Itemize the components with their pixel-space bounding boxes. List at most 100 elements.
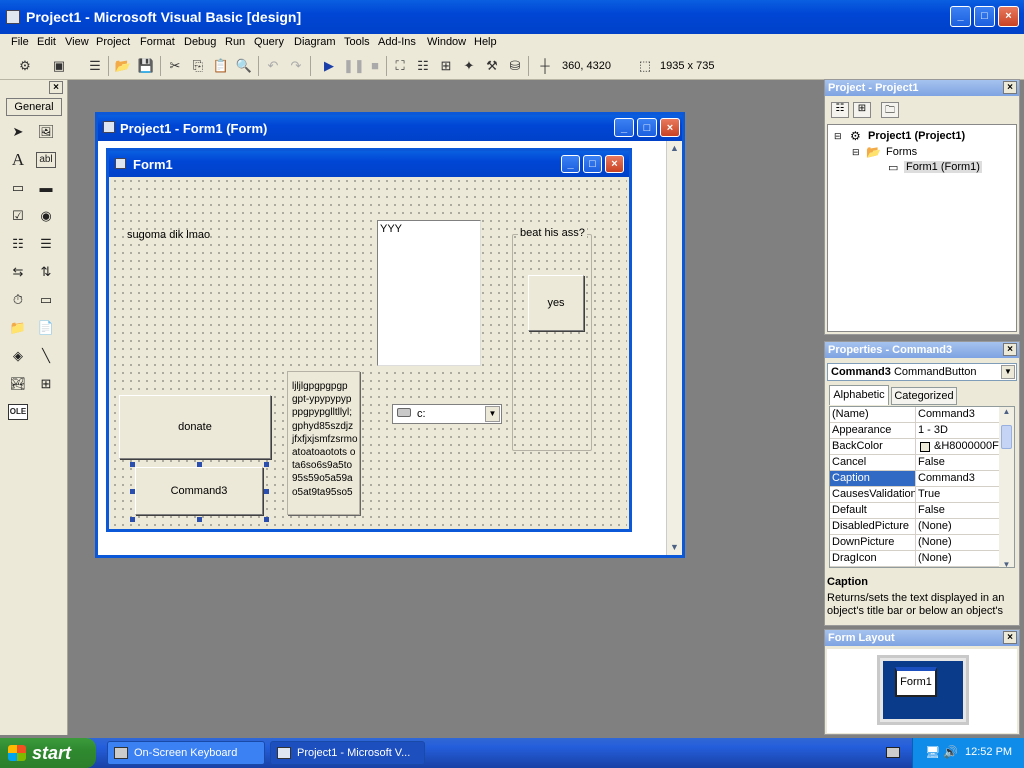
pointer-tool-icon[interactable]: ➤ [8, 122, 28, 142]
form1-maximize-button[interactable]: □ [583, 155, 602, 173]
form1-minimize-button[interactable]: _ [561, 155, 580, 173]
menu-tools[interactable]: Tools [344, 36, 370, 48]
properties-panel-close-icon[interactable]: × [1003, 343, 1017, 356]
properties-window-icon[interactable]: ☷ [414, 57, 432, 75]
add-project-icon[interactable]: ⚙ [16, 57, 34, 75]
cut-icon[interactable]: ✂ [166, 57, 184, 75]
donate-button[interactable]: donate [119, 395, 271, 459]
data-tool-icon[interactable]: ⊞ [36, 374, 56, 394]
tree-form1[interactable]: Form1 (Form1) [904, 161, 982, 173]
start-icon[interactable]: ▶ [320, 57, 338, 75]
network-icon[interactable]: 🖥 [925, 745, 940, 759]
form-layout-close-icon[interactable]: × [1003, 631, 1017, 644]
close-button[interactable]: × [998, 6, 1019, 27]
label-tool-icon[interactable]: A [8, 150, 28, 170]
timer-tool-icon[interactable]: ⏱ [8, 290, 28, 310]
view-code-icon[interactable]: ☷ [831, 102, 849, 118]
frame-beat[interactable] [512, 234, 592, 451]
selection-handle[interactable] [264, 517, 269, 522]
menu-help[interactable]: Help [474, 36, 497, 48]
selection-handle[interactable] [130, 462, 135, 467]
view-object-icon[interactable]: ⊞ [853, 102, 871, 118]
menu-run[interactable]: Run [225, 36, 245, 48]
window-titlebar[interactable]: Project1 - Microsoft Visual Basic [desig… [0, 0, 1024, 34]
property-value[interactable]: 1 - 3D [918, 423, 1000, 438]
combobox-tool-icon[interactable]: ☷ [8, 234, 28, 254]
scroll-down-icon[interactable]: ▼ [667, 540, 682, 555]
data-view-icon[interactable]: ⛁ [506, 57, 524, 75]
property-row[interactable]: Cancel False [830, 455, 1001, 471]
scroll-up-icon[interactable]: ▲ [667, 141, 682, 156]
layout-form1[interactable]: Form1 [895, 667, 937, 697]
label-sugoma[interactable]: sugoma dik lmao [127, 229, 210, 241]
property-value[interactable]: False [918, 503, 1000, 518]
menu-project[interactable]: Project [96, 36, 130, 48]
task-onscreen-keyboard[interactable]: On-Screen Keyboard [107, 741, 265, 765]
maximize-button[interactable]: □ [974, 6, 995, 27]
minimize-button[interactable]: _ [950, 6, 971, 27]
checkbox-tool-icon[interactable]: ☑ [8, 206, 28, 226]
yes-button[interactable]: yes [528, 275, 584, 331]
toolbox-icon[interactable]: ⚒ [483, 57, 501, 75]
toggle-folders-icon[interactable]: 🗀 [881, 102, 899, 118]
listbox-item[interactable]: YYY [380, 223, 478, 235]
object-dropdown-icon[interactable]: ▼ [1001, 365, 1015, 379]
designer-close-button[interactable]: × [660, 118, 680, 137]
menu-editor-icon[interactable]: ☰ [86, 57, 104, 75]
designer-titlebar[interactable]: Project1 - Form1 (Form) _ □ × [98, 115, 682, 141]
property-row[interactable]: (Name) Command3 [830, 407, 1001, 423]
property-row[interactable]: Default False [830, 503, 1001, 519]
form1-titlebar[interactable]: Form1 _ □ × [109, 151, 629, 177]
menu-format[interactable]: Format [140, 36, 175, 48]
save-project-icon[interactable]: 💾 [137, 57, 155, 75]
property-row[interactable]: Caption Command3 [830, 471, 1001, 487]
drivelistbox-tool-icon[interactable]: ▭ [36, 290, 56, 310]
toolbox-close-icon[interactable]: × [49, 81, 63, 94]
start-button[interactable]: start [0, 738, 96, 768]
property-value[interactable]: (None) [918, 535, 1000, 550]
property-row[interactable]: DragIcon (None) [830, 551, 1001, 567]
dropdown-arrow-icon[interactable]: ▼ [485, 406, 500, 422]
property-grid-scrollbar[interactable]: ▲ ▼ [999, 407, 1014, 567]
open-project-icon[interactable]: 📂 [114, 57, 132, 75]
tree-forms-folder[interactable]: Forms [886, 146, 917, 158]
menu-edit[interactable]: Edit [37, 36, 56, 48]
task-visual-basic[interactable]: Project1 - Microsoft V... [270, 741, 425, 765]
commandbutton-tool-icon[interactable]: ▬ [36, 178, 56, 198]
selection-handle[interactable] [264, 462, 269, 467]
tree-project-root[interactable]: Project1 (Project1) [868, 130, 965, 142]
property-row[interactable]: BackColor &H8000000F [830, 439, 1001, 455]
find-icon[interactable]: 🔍 [235, 57, 253, 75]
keyboard-tray-icon[interactable] [886, 747, 900, 758]
add-form-icon[interactable]: ▣ [50, 57, 68, 75]
tab-alphabetic[interactable]: Alphabetic [829, 385, 889, 405]
property-value[interactable]: False [918, 455, 1000, 470]
menu-view[interactable]: View [65, 36, 89, 48]
form1-canvas[interactable]: sugoma dik lmao YYY beat his ass? yes c:… [111, 177, 627, 527]
toolbox-tab-general[interactable]: General [6, 98, 62, 116]
selection-handle[interactable] [197, 462, 202, 467]
property-value[interactable]: &H8000000F [918, 439, 1000, 454]
scroll-thumb[interactable] [1001, 425, 1012, 449]
property-value[interactable]: (None) [918, 519, 1000, 534]
selection-handle[interactable] [130, 517, 135, 522]
menu-addins[interactable]: Add-Ins [378, 36, 416, 48]
redo-icon[interactable]: ↷ [287, 57, 305, 75]
image-tool-icon[interactable]: 🏞 [8, 374, 28, 394]
scroll-up-icon[interactable]: ▲ [999, 407, 1014, 416]
break-icon[interactable]: ❚❚ [343, 57, 365, 75]
frame-tool-icon[interactable]: ▭ [8, 178, 28, 198]
volume-icon[interactable]: 🔊 [943, 745, 958, 759]
property-row[interactable]: DownPicture (None) [830, 535, 1001, 551]
menu-debug[interactable]: Debug [184, 36, 216, 48]
designer-maximize-button[interactable]: □ [637, 118, 657, 137]
shape-tool-icon[interactable]: ◈ [8, 346, 28, 366]
collapse-icon[interactable]: ⊟ [834, 131, 842, 142]
undo-icon[interactable]: ↶ [264, 57, 282, 75]
paste-icon[interactable]: 📋 [212, 57, 230, 75]
menu-diagram[interactable]: Diagram [294, 36, 336, 48]
property-row[interactable]: CausesValidation True [830, 487, 1001, 503]
tab-categorized[interactable]: Categorized [891, 387, 957, 405]
drive-listbox[interactable]: c: ▼ [392, 404, 502, 424]
project-panel-close-icon[interactable]: × [1003, 81, 1017, 94]
